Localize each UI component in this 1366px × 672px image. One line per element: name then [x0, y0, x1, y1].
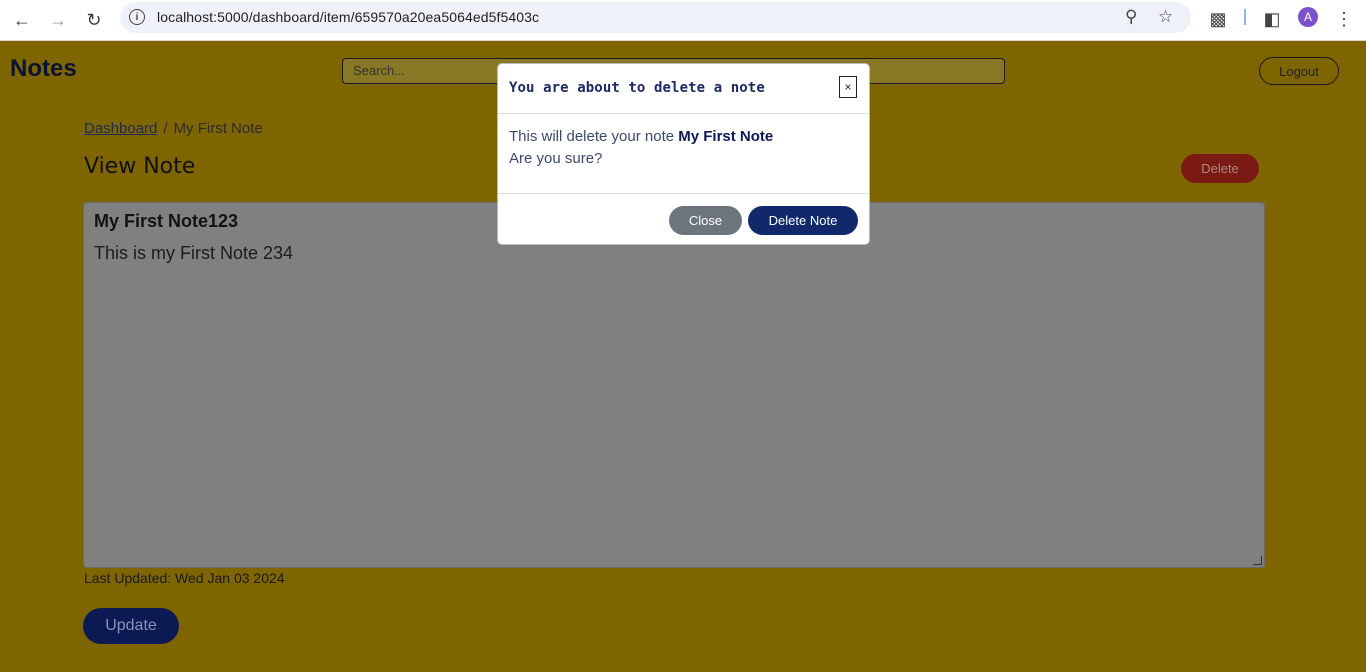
forward-arrow-icon[interactable]: → — [44, 6, 72, 34]
profile-avatar[interactable]: A — [1298, 7, 1318, 27]
bookmark-star-icon[interactable]: ☆ — [1158, 7, 1173, 27]
url-text[interactable]: localhost:5000/dashboard/item/659570a20e… — [157, 9, 539, 25]
modal-title: You are about to delete a note — [509, 80, 765, 96]
extensions-puzzle-icon[interactable]: ▩ — [1206, 7, 1230, 31]
modal-close-icon[interactable]: × — [839, 76, 857, 98]
last-updated-text: Last Updated: Wed Jan 03 2024 — [84, 570, 285, 586]
note-editor[interactable]: My First Note123 This is my First Note 2… — [83, 202, 1265, 568]
modal-note-name: My First Note — [678, 128, 774, 145]
modal-header: You are about to delete a note × — [498, 64, 869, 114]
modal-delete-note-button[interactable]: Delete Note — [748, 206, 858, 235]
page-title: View Note — [84, 154, 196, 179]
brand-logo[interactable]: Notes — [10, 55, 77, 83]
back-arrow-icon[interactable]: ← — [8, 6, 36, 34]
more-menu-icon[interactable]: ⋮ — [1332, 7, 1356, 31]
modal-body: This will delete your note My First Note… — [509, 126, 773, 170]
modal-footer-divider — [498, 193, 869, 194]
zoom-icon[interactable]: ⚲ — [1125, 7, 1137, 27]
note-title-field[interactable]: My First Note123 — [94, 211, 238, 232]
reload-icon[interactable]: ↻ — [80, 6, 108, 34]
browser-toolbar: ← → ↻ i localhost:5000/dashboard/item/65… — [0, 0, 1366, 41]
breadcrumb-current: My First Note — [173, 120, 263, 137]
delete-confirm-modal: You are about to delete a note × This wi… — [497, 63, 870, 245]
site-info-icon[interactable]: i — [129, 9, 145, 25]
logout-button[interactable]: Logout — [1259, 57, 1339, 85]
side-panel-icon[interactable]: ◧ — [1260, 7, 1284, 31]
breadcrumb-dashboard-link[interactable]: Dashboard — [84, 120, 157, 137]
modal-close-button[interactable]: Close — [669, 206, 742, 235]
modal-question: Are you sure? — [509, 150, 603, 167]
note-body-textarea[interactable]: This is my First Note 234 — [94, 243, 293, 264]
delete-button[interactable]: Delete — [1181, 154, 1259, 183]
address-bar[interactable]: i localhost:5000/dashboard/item/659570a2… — [120, 2, 1191, 33]
modal-body-prefix: This will delete your note — [509, 128, 679, 145]
breadcrumb: Dashboard / My First Note — [84, 120, 263, 137]
breadcrumb-separator: / — [163, 120, 168, 137]
update-button[interactable]: Update — [83, 608, 179, 644]
resize-handle-icon[interactable] — [1253, 556, 1262, 565]
toolbar-divider — [1244, 9, 1246, 25]
